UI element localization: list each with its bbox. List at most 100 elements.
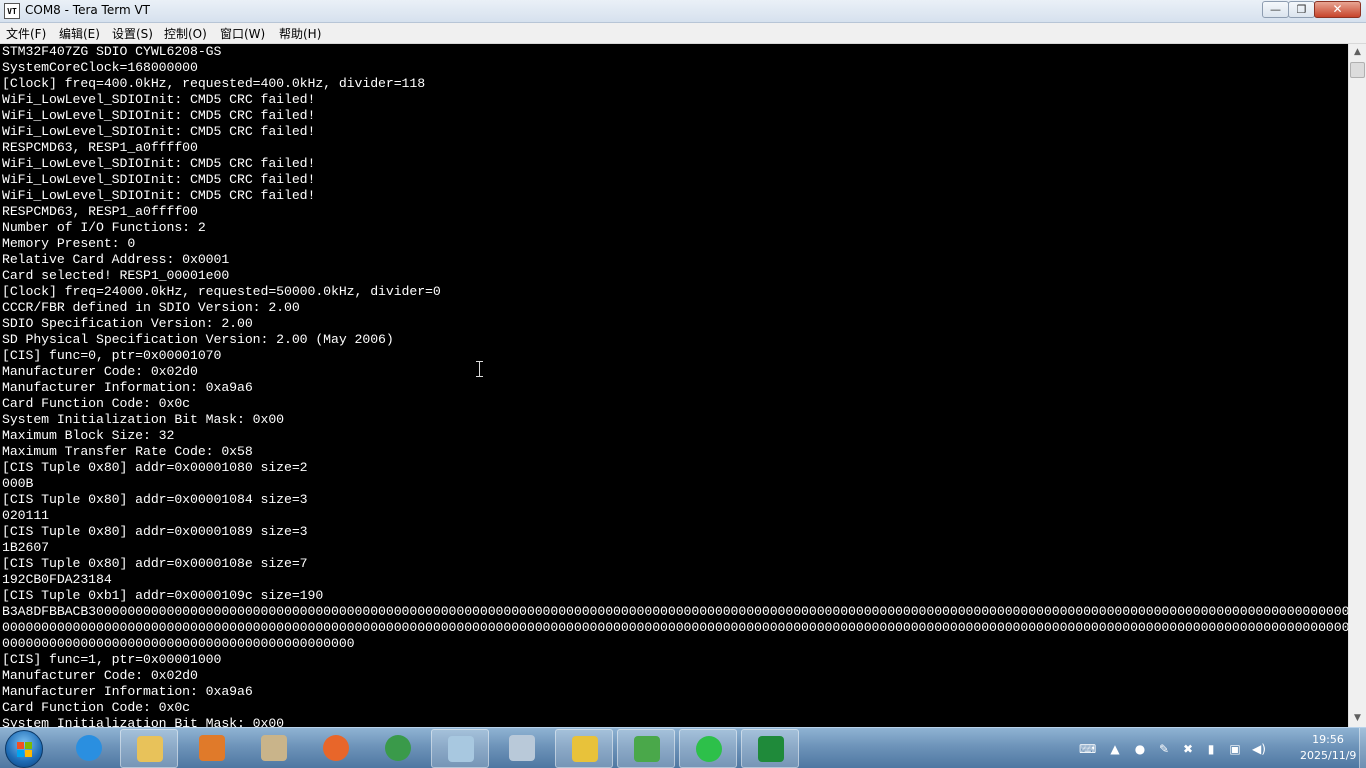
volume-icon[interactable]: ◀) [1251, 741, 1267, 757]
taskbar-chrome-button[interactable] [369, 729, 427, 768]
clock-time: 19:56 [1312, 733, 1344, 746]
terminal-line: WiFi_LowLevel_SDIOInit: CMD5 CRC failed! [2, 124, 316, 139]
terminal-line: 0000000000000000000000000000000000000000… [2, 620, 1348, 635]
terminal-line: Manufacturer Code: 0x02d0 [2, 364, 198, 379]
terminal-line: System Initialization Bit Mask: 0x00 [2, 716, 285, 727]
paint-icon [261, 735, 287, 761]
terminal-line: [Clock] freq=24000.0kHz, requested=50000… [2, 284, 441, 299]
notepad-icon [448, 736, 474, 762]
taskbar-paint-button[interactable] [245, 729, 303, 768]
terminal-line: WiFi_LowLevel_SDIOInit: CMD5 CRC failed! [2, 156, 316, 171]
vim-icon [758, 736, 784, 762]
start-button[interactable] [5, 730, 43, 768]
terminal-line: WiFi_LowLevel_SDIOInit: CMD5 CRC failed! [2, 172, 316, 187]
keyboard-icon[interactable]: ⌨ [1079, 741, 1096, 757]
pen-icon[interactable]: ✎ [1156, 741, 1172, 757]
file-explorer-icon [137, 736, 163, 762]
system-tray: ⌨ ▲ ● ✎ ✖ ▮ ▣ ◀) [1075, 728, 1285, 768]
show-desktop-button[interactable] [1359, 728, 1366, 768]
network-icon[interactable]: ▮ [1203, 741, 1219, 757]
taskbar-internet-explorer-button[interactable] [60, 729, 118, 768]
terminal-line: 000B [2, 476, 34, 491]
clock-date: 2025/11/9 [1300, 749, 1357, 762]
menu-bar: 文件(F) 编辑(E) 设置(S) 控制(O) 窗口(W) 帮助(H) [0, 23, 1366, 44]
terminal-line: Maximum Block Size: 32 [2, 428, 175, 443]
menu-window[interactable]: 窗口(W) [220, 25, 265, 42]
terminal-line: 1B2607 [2, 540, 50, 555]
scroll-down-arrow-icon[interactable]: ▼ [1349, 710, 1366, 727]
power-icon[interactable]: ▣ [1227, 741, 1243, 757]
maximize-button[interactable]: ❐ [1288, 1, 1315, 18]
terminal-line: Manufacturer Code: 0x02d0 [2, 668, 198, 683]
terminal-line: CCCR/FBR defined in SDIO Version: 2.00 [2, 300, 300, 315]
terminal-line: [CIS Tuple 0xb1] addr=0x0000109c size=19… [2, 588, 324, 603]
terminal-line: STM32F407ZG SDIO CYWL6208-GS [2, 44, 222, 59]
terminal-line: Card Function Code: 0x0c [2, 396, 191, 411]
terminal-line: 020111 [2, 508, 50, 523]
terminal-line: [CIS Tuple 0x80] addr=0x00001084 size=3 [2, 492, 308, 507]
menu-help[interactable]: 帮助(H) [279, 25, 321, 42]
taskbar-tera-term-button[interactable] [555, 729, 613, 768]
terminal-line: Memory Present: 0 [2, 236, 136, 251]
terminal-line: Manufacturer Information: 0xa9a6 [2, 684, 253, 699]
terminal-line: [CIS Tuple 0x80] addr=0x00001080 size=2 [2, 460, 308, 475]
minimize-button[interactable]: — [1262, 1, 1289, 18]
menu-edit[interactable]: 编辑(E) [59, 25, 100, 42]
terminal-line: Card selected! RESP1_00001e00 [2, 268, 230, 283]
terminal-line: RESPCMD63, RESP1_a0ffff00 [2, 204, 198, 219]
wechat-tray-icon[interactable]: ● [1132, 741, 1148, 757]
media-player-icon [199, 735, 225, 761]
firefox-icon [323, 735, 349, 761]
terminal-line: B3A8DFBBACB30000000000000000000000000000… [2, 604, 1348, 619]
clock[interactable]: 19:56 2025/11/9 [1300, 732, 1356, 764]
taskbar-wechat-button[interactable] [679, 729, 737, 768]
taskbar-editor-button[interactable] [617, 729, 675, 768]
taskbar: ⌨ ▲ ● ✎ ✖ ▮ ▣ ◀) 19:56 2025/11/9 [0, 727, 1366, 768]
terminal-line: Manufacturer Information: 0xa9a6 [2, 380, 253, 395]
terminal-line: Maximum Transfer Rate Code: 0x58 [2, 444, 253, 459]
chrome-icon [385, 735, 411, 761]
taskbar-vim-button[interactable] [741, 729, 799, 768]
terminal-line: SD Physical Specification Version: 2.00 … [2, 332, 394, 347]
vertical-scrollbar[interactable]: ▲ ▼ [1348, 44, 1366, 727]
taskbar-file-explorer-button[interactable] [120, 729, 178, 768]
taskbar-notepad-button[interactable] [431, 729, 489, 768]
taskbar-firefox-button[interactable] [307, 729, 365, 768]
terminal-line: SDIO Specification Version: 2.00 [2, 316, 253, 331]
terminal-text: STM32F407ZG SDIO CYWL6208-GS SystemCoreCl… [0, 44, 1348, 727]
menu-control[interactable]: 控制(O) [164, 25, 207, 42]
tera-term-app-icon[interactable]: VT [4, 3, 20, 19]
terminal-line: SystemCoreClock=168000000 [2, 60, 198, 75]
terminal-output[interactable]: STM32F407ZG SDIO CYWL6208-GS SystemCoreCl… [0, 44, 1348, 727]
tera-term-icon [572, 736, 598, 762]
show-hidden-icons-arrow[interactable]: ▲ [1107, 741, 1123, 757]
terminal-line: RESPCMD63, RESP1_a0ffff00 [2, 140, 198, 155]
terminal-line: 0000000000000000000000000000000000000000… [2, 636, 355, 651]
terminal-line: WiFi_LowLevel_SDIOInit: CMD5 CRC failed! [2, 108, 316, 123]
menu-setup[interactable]: 设置(S) [112, 25, 153, 42]
terminal-line: System Initialization Bit Mask: 0x00 [2, 412, 285, 427]
terminal-line: [Clock] freq=400.0kHz, requested=400.0kH… [2, 76, 426, 91]
close-button[interactable]: ✕ [1314, 1, 1361, 18]
title-bar[interactable]: VT COM8 - Tera Term VT — ❐ ✕ [0, 0, 1366, 23]
action-center-icon[interactable]: ✖ [1180, 741, 1196, 757]
taskbar-media-player-button[interactable] [183, 729, 241, 768]
terminal-line: [CIS] func=1, ptr=0x00001000 [2, 652, 222, 667]
internet-explorer-icon [76, 735, 102, 761]
text-cursor-icon [474, 360, 486, 378]
editor-icon [634, 736, 660, 762]
terminal-line: [CIS Tuple 0x80] addr=0x0000108e size=7 [2, 556, 308, 571]
window-title: COM8 - Tera Term VT [25, 3, 150, 17]
terminal-line: 192CB0FDA23184 [2, 572, 112, 587]
scroll-up-arrow-icon[interactable]: ▲ [1349, 44, 1366, 61]
terminal-line: WiFi_LowLevel_SDIOInit: CMD5 CRC failed! [2, 92, 316, 107]
menu-file[interactable]: 文件(F) [6, 25, 46, 42]
scrollbar-thumb[interactable] [1350, 62, 1365, 78]
terminal-line: Card Function Code: 0x0c [2, 700, 191, 715]
terminal-line: [CIS Tuple 0x80] addr=0x00001089 size=3 [2, 524, 308, 539]
calculator-icon [509, 735, 535, 761]
terminal-line: WiFi_LowLevel_SDIOInit: CMD5 CRC failed! [2, 188, 316, 203]
terminal-line: Relative Card Address: 0x0001 [2, 252, 230, 267]
wechat-icon [696, 736, 722, 762]
taskbar-calculator-button[interactable] [493, 729, 551, 768]
